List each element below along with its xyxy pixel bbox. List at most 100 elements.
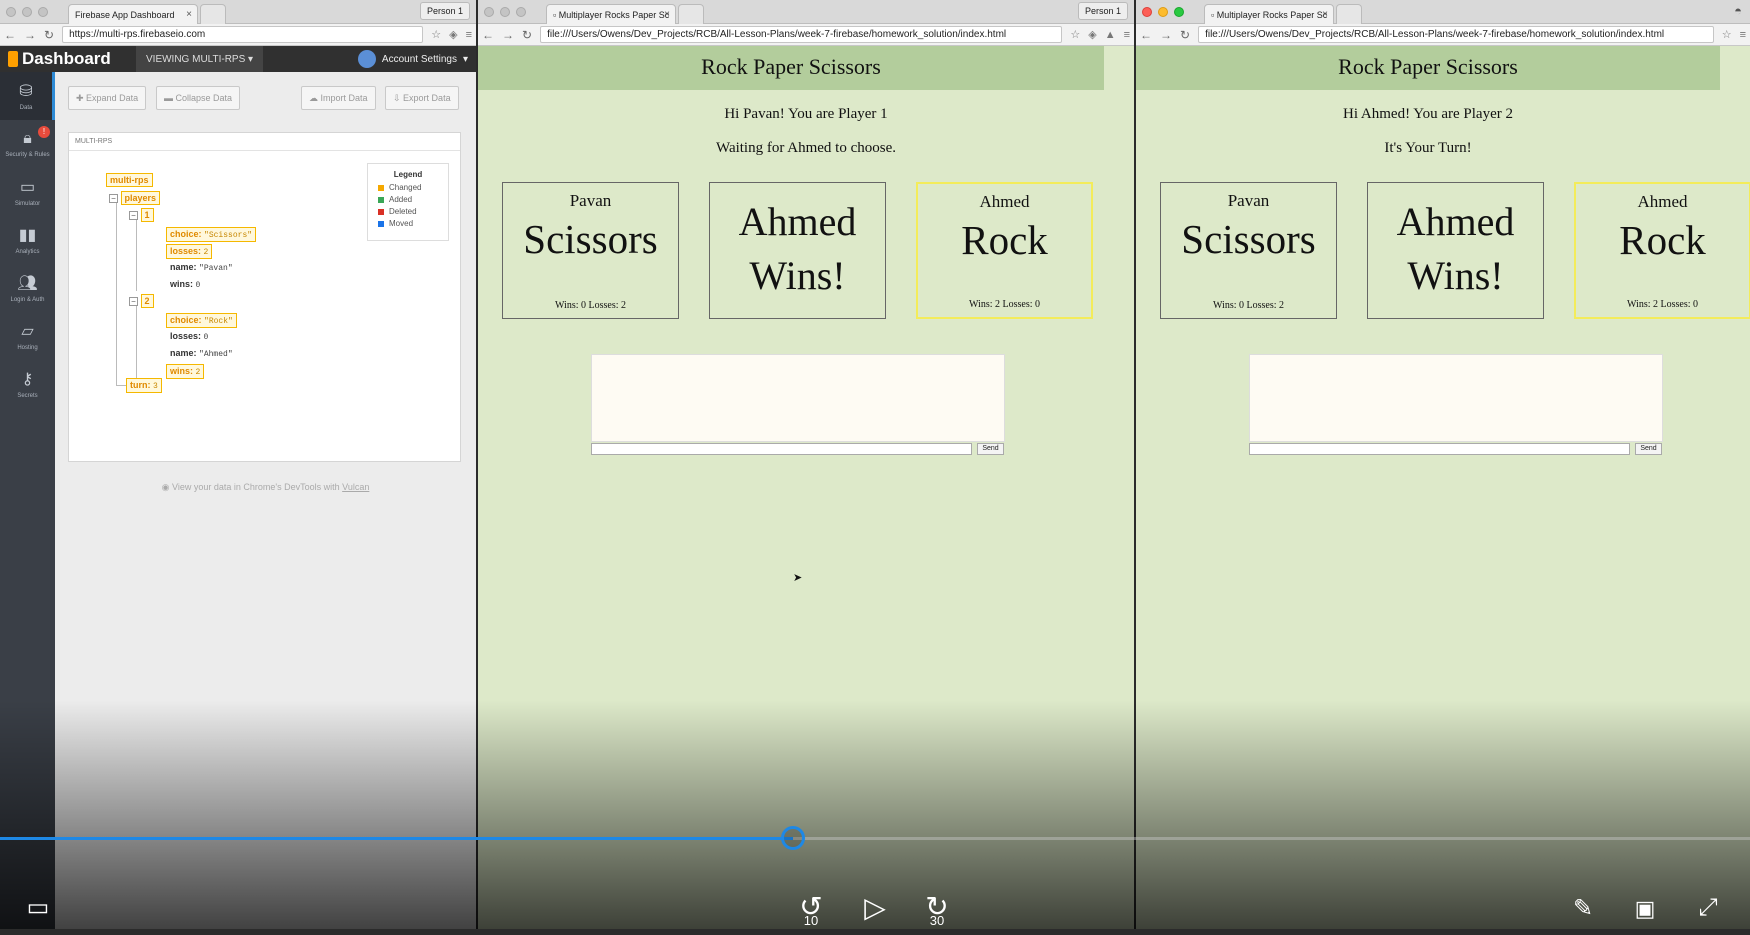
vulcan-text: View your data in Chrome's DevTools with bbox=[172, 482, 340, 492]
button-label: Expand Data bbox=[86, 93, 139, 103]
extension-icon[interactable]: ▲ bbox=[1105, 29, 1116, 41]
menu-icon[interactable]: ≡ bbox=[466, 29, 472, 41]
sidebar-item-simulator[interactable]: ▭ Simulator bbox=[0, 168, 55, 216]
tree-leaf-p2-wins[interactable]: wins: 2 bbox=[166, 364, 205, 379]
firebase-logo[interactable]: Dashboard bbox=[0, 49, 136, 69]
collapse-data-button[interactable]: ▬ Collapse Data bbox=[156, 86, 241, 110]
tab-multiplayer-rps[interactable]: ▫ Multiplayer Rocks Paper Sc × bbox=[546, 4, 676, 24]
page-icon: ▫ bbox=[1211, 10, 1215, 20]
export-data-button[interactable]: ⇩ Export Data bbox=[385, 86, 459, 110]
tree-node-player-2[interactable]: − 2 bbox=[129, 294, 154, 308]
close-tab-icon[interactable]: × bbox=[664, 9, 670, 20]
bar-chart-icon: ▮▮ bbox=[18, 227, 37, 244]
play-button[interactable]: ▷ bbox=[860, 894, 890, 922]
new-tab-button[interactable] bbox=[1336, 4, 1362, 24]
player-name: Pavan bbox=[569, 191, 612, 210]
tree-leaf-p1-choice[interactable]: choice: "Scissors" bbox=[166, 227, 257, 242]
tree-node-root[interactable]: multi-rps bbox=[106, 173, 153, 187]
profile-button[interactable]: Person 1 bbox=[419, 2, 470, 20]
seek-handle[interactable] bbox=[780, 826, 805, 850]
bookmark-star-icon[interactable]: ☆ bbox=[1070, 28, 1080, 41]
picture-in-picture-icon[interactable]: ▣ bbox=[1630, 895, 1660, 923]
button-label: Collapse Data bbox=[175, 93, 233, 103]
url-field[interactable]: file:///Users/Owens/Dev_Projects/RCB/All… bbox=[540, 26, 1063, 43]
sidebar-item-secrets[interactable]: ⚷ Secrets bbox=[0, 360, 55, 408]
tree-leaf-turn[interactable]: turn: 3 bbox=[126, 378, 162, 393]
back-icon[interactable]: ← bbox=[1140, 28, 1152, 42]
sidebar-item-data[interactable]: ⛁ Data bbox=[0, 72, 55, 120]
fullscreen-icon[interactable]: ⤢ bbox=[1693, 894, 1723, 922]
menu-icon[interactable]: ≡ bbox=[1740, 29, 1746, 41]
close-tab-icon[interactable]: × bbox=[186, 9, 192, 20]
send-button[interactable]: Send bbox=[977, 443, 1004, 455]
player-choice: Rock bbox=[961, 217, 1048, 263]
data-tree-panel: MULTI-RPS multi-rps − players − 1 choice… bbox=[68, 132, 461, 462]
back-icon[interactable]: ← bbox=[482, 28, 494, 42]
tree-leaf-p2-name[interactable]: name: "Ahmed" bbox=[170, 348, 233, 359]
sidebar-item-label: Security & Rules bbox=[5, 152, 50, 158]
new-tab-button[interactable] bbox=[200, 4, 226, 24]
tree-leaf-p1-name[interactable]: name: "Pavan" bbox=[170, 262, 233, 273]
key-icon: ⚷ bbox=[21, 371, 34, 388]
reload-icon[interactable]: ↻ bbox=[44, 28, 54, 42]
send-button[interactable]: Send bbox=[1635, 443, 1662, 455]
node-value: "Scissors" bbox=[204, 231, 253, 240]
url-field[interactable]: https://multi-rps.firebaseio.com bbox=[62, 26, 424, 43]
sidebar-item-analytics[interactable]: ▮▮ Analytics bbox=[0, 216, 55, 264]
back-icon[interactable]: ← bbox=[4, 28, 16, 42]
pencil-icon[interactable]: ✎ bbox=[1568, 895, 1598, 923]
firebase-main: ✚ Expand Data ▬ Collapse Data ☁ Import D… bbox=[55, 72, 476, 929]
window-controls[interactable] bbox=[1142, 7, 1184, 17]
profile-button[interactable]: Person 1 bbox=[1077, 2, 1128, 20]
sidebar-item-login-auth[interactable]: 👥︎ Login & Auth bbox=[0, 264, 55, 312]
window-controls[interactable] bbox=[484, 7, 526, 17]
player2-browser-window: ▫ Multiplayer Rocks Paper Sc × ◓ ← → ↻ fi… bbox=[1136, 0, 1750, 929]
breadcrumb[interactable]: MULTI-RPS bbox=[69, 133, 460, 151]
chat-input[interactable] bbox=[591, 443, 972, 455]
reload-icon[interactable]: ↻ bbox=[522, 28, 532, 42]
account-settings-menu[interactable]: Account Settings ▾ bbox=[357, 50, 468, 68]
chat-input[interactable] bbox=[1249, 443, 1630, 455]
tree-node-players[interactable]: − players bbox=[109, 191, 161, 205]
vulcan-link[interactable]: Vulcan bbox=[342, 482, 369, 492]
close-tab-icon[interactable]: × bbox=[1322, 9, 1328, 20]
menu-icon[interactable]: ≡ bbox=[1124, 29, 1130, 41]
firebase-browser-window: Firebase App Dashboard × Person 1 ← → ↻ h… bbox=[0, 0, 476, 929]
rewind-button[interactable]: ↺ 10 bbox=[795, 893, 827, 929]
collapse-toggle-icon[interactable]: − bbox=[129, 211, 138, 220]
tree-leaf-p2-choice[interactable]: choice: "Rock" bbox=[166, 313, 237, 328]
window-controls[interactable] bbox=[6, 7, 48, 17]
tab-firebase-dashboard[interactable]: Firebase App Dashboard × bbox=[68, 4, 198, 24]
greeting: Hi Pavan! You are Player 1 bbox=[724, 106, 888, 122]
collapse-toggle-icon[interactable]: − bbox=[129, 297, 138, 306]
tree-node-player-1[interactable]: − 1 bbox=[129, 208, 154, 222]
rewind-seconds: 10 bbox=[803, 913, 819, 928]
collapse-toggle-icon[interactable]: − bbox=[109, 194, 118, 203]
forward-icon[interactable]: → bbox=[1160, 28, 1172, 42]
player2-box: Ahmed Rock Wins: 2 Losses: 0 bbox=[1574, 182, 1750, 319]
import-data-button[interactable]: ☁ Import Data bbox=[301, 86, 376, 110]
reload-icon[interactable]: ↻ bbox=[1180, 28, 1190, 42]
tree-leaf-p2-losses[interactable]: losses: 0 bbox=[170, 331, 208, 342]
forward-button[interactable]: ↻ 30 bbox=[921, 893, 953, 929]
captions-icon[interactable]: ▭ bbox=[20, 894, 56, 922]
bookmark-star-icon[interactable]: ☆ bbox=[431, 28, 441, 41]
url-field[interactable]: file:///Users/Owens/Dev_Projects/RCB/All… bbox=[1198, 26, 1714, 43]
expand-data-button[interactable]: ✚ Expand Data bbox=[68, 86, 147, 110]
bookmark-star-icon[interactable]: ☆ bbox=[1722, 28, 1732, 41]
forward-icon[interactable]: → bbox=[502, 28, 514, 42]
tree-leaf-p1-losses[interactable]: losses: 2 bbox=[166, 244, 213, 259]
extension-icon[interactable]: ◈ bbox=[1088, 28, 1096, 41]
app-selector[interactable]: VIEWING MULTI-RPS ▾ bbox=[136, 46, 264, 72]
sidebar-item-label: Simulator bbox=[14, 201, 41, 207]
mouse-cursor-icon: ➤ bbox=[793, 572, 803, 584]
sidebar-item-hosting[interactable]: ▱ Hosting bbox=[0, 312, 55, 360]
new-tab-button[interactable] bbox=[678, 4, 704, 24]
extension-icon[interactable]: ◈ bbox=[449, 28, 457, 41]
button-label: Import Data bbox=[320, 93, 368, 103]
tab-title: Firebase App Dashboard bbox=[75, 10, 175, 20]
forward-icon[interactable]: → bbox=[24, 28, 36, 42]
tab-multiplayer-rps[interactable]: ▫ Multiplayer Rocks Paper Sc × bbox=[1204, 4, 1334, 24]
tree-leaf-p1-wins[interactable]: wins: 0 bbox=[170, 279, 200, 290]
sidebar-item-security[interactable]: 🔒︎ Security & Rules! bbox=[0, 120, 55, 168]
